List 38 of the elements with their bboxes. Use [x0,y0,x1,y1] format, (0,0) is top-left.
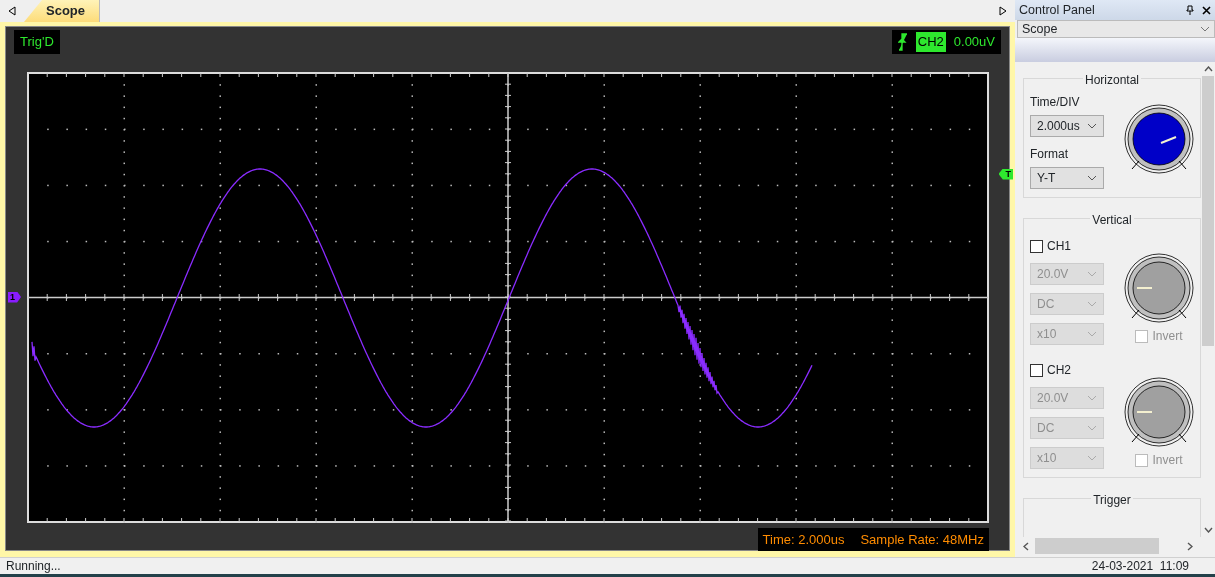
field-label: Format [1030,146,1069,163]
group-title: Trigger [1091,493,1133,507]
close-icon[interactable] [1202,5,1211,15]
chevron-down-icon [1087,123,1097,129]
field-label: Time/DIV [1030,94,1081,111]
chevron-down-icon [1087,455,1097,461]
scroll-right-icon[interactable] [999,6,1007,16]
chevron-down-icon [1087,425,1097,431]
trigger-level: 0.00uV [953,33,995,51]
scroll-left-icon[interactable] [1023,541,1029,551]
view-dropdown[interactable]: Scope [1017,20,1215,38]
time-per-div: Time: 2.000us [762,530,845,549]
group-title: Vertical [1090,213,1134,227]
rising-edge-icon [897,32,908,51]
dropdown[interactable]: 2.000us [1030,115,1104,137]
scroll-left-icon[interactable] [8,6,16,16]
status-datetime: 24-03-2021 11:09 [1091,558,1189,575]
sample-rate: Sample Rate: 48MHz [860,530,984,549]
dropdown[interactable]: Y-T [1030,167,1104,189]
channel-marker: 1 [8,291,21,303]
chevron-down-icon [1087,301,1097,307]
chevron-down-icon [1087,331,1097,337]
status-message: Running... [6,558,61,575]
group-title: Horizontal [1083,73,1141,87]
chevron-down-icon [1200,26,1210,32]
pin-icon[interactable] [1186,5,1194,15]
trigger-status: Trig'D [14,30,60,54]
scroll-down-icon[interactable] [1203,527,1213,533]
scroll-right-icon[interactable] [1187,541,1193,551]
rotary-knob[interactable] [1124,104,1194,174]
scroll-up-icon[interactable] [1203,66,1213,72]
scope-tab[interactable]: Scope [24,0,100,22]
trigger-channel: CH2 [915,32,946,52]
panel-title: Control Panel [1019,1,1095,19]
chevron-down-icon [1087,271,1097,277]
chevron-down-icon [1087,395,1097,401]
chevron-down-icon [1087,175,1097,181]
trigger-marker: T [998,168,1013,180]
